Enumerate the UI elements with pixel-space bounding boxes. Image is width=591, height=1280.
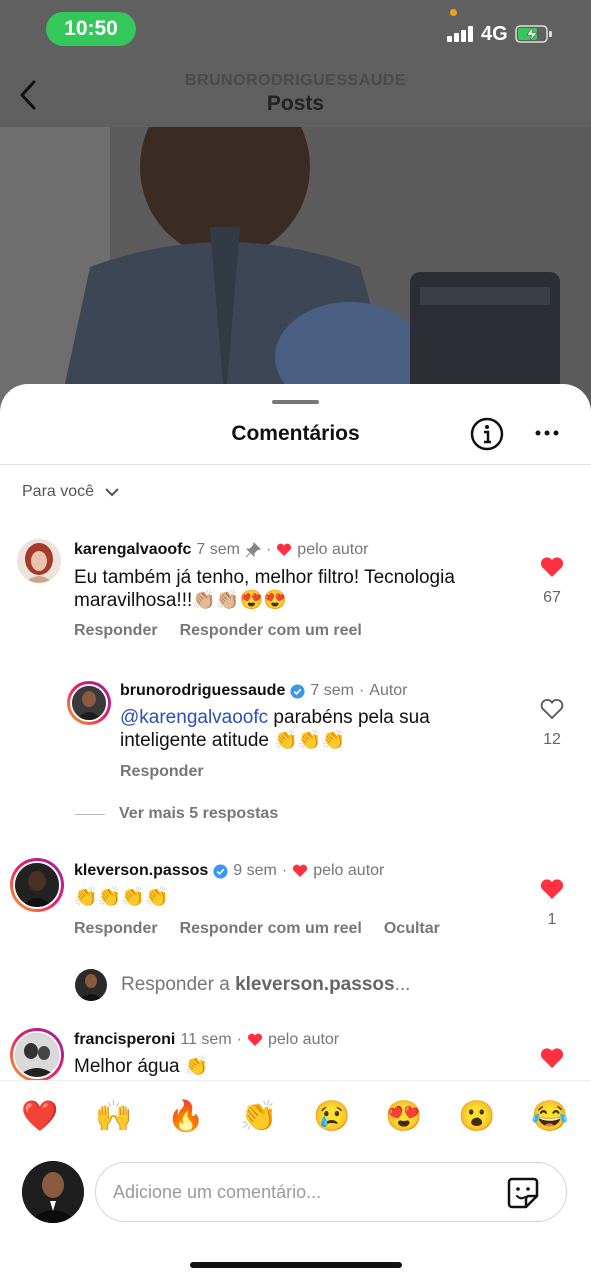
emoji-fire-button[interactable]: 🔥 [166,1099,206,1135]
avatar-current-user [75,969,107,1001]
like-control[interactable] [532,1047,572,1074]
like-control[interactable]: 12 [532,698,572,749]
heart-filled-icon[interactable] [540,1047,564,1069]
avatar[interactable] [67,681,111,725]
status-time: 10:50 [46,12,136,46]
more-options-icon[interactable] [533,422,561,444]
comment-meta: kleverson.passos 9 sem · pelo autor [74,862,385,880]
privacy-indicator-dot [450,9,457,16]
avatar [22,1161,84,1223]
reply-text: @karengalvaoofc parabéns pela sua inteli… [120,706,510,752]
comment-meta: francisperoni 11 sem · pelo autor [74,1031,340,1049]
comment-text: Melhor água 👏 [74,1056,209,1077]
like-control[interactable]: 1 [532,878,572,929]
sort-label: Para você [22,483,95,500]
comment-text: 👏👏👏👏 [74,887,169,908]
reply-to-row[interactable]: Responder a kleverson.passos... [75,969,410,1001]
sheet-grab-handle[interactable] [272,400,319,404]
emoji-laughing-button[interactable]: 😂 [530,1099,570,1135]
comment-time: 7 sem [196,541,240,558]
post-photo-graphic [0,127,591,407]
author-badge: Autor [369,682,408,699]
reply-with-reel-button[interactable]: Responder com um reel [180,622,362,640]
comment-time: 11 sem [180,1031,232,1048]
avatar-francisperoni [15,1033,59,1077]
heart-filled-icon[interactable] [540,556,564,578]
sticker-icon[interactable] [506,1176,540,1210]
comment-username[interactable]: kleverson.passos [74,862,208,880]
profile-username: BRUNORODRIGUESSAUDE [184,72,407,89]
comment-input[interactable] [95,1162,567,1222]
heart-outline-icon[interactable] [540,698,564,720]
comment-actions: Responder Responder com um reel Ocultar [74,920,440,938]
thread-line [75,813,105,815]
emoji-crying-button[interactable]: 😢 [312,1099,352,1135]
reply-time: 7 sem [310,682,354,699]
reply-button[interactable]: Responder [74,622,158,640]
comment-meta: karengalvaoofc 7 sem · pelo autor [74,541,369,559]
emoji-quick-bar: ❤️ 🙌 🔥 👏 😢 😍 😮 😂 [0,1080,591,1160]
sheet-divider [0,464,591,465]
comment-actions: Responder Responder com um reel [74,622,362,640]
info-icon[interactable] [470,417,504,451]
battery-charging-icon [515,25,552,43]
top-area: 10:50 4G BRUNORODRIGUESSAUDE Posts [0,0,591,128]
sort-dropdown[interactable]: Para você [22,483,120,501]
heart-filled-icon [277,543,292,556]
liked-by-author-label: pelo autor [313,862,385,879]
like-count: 67 [543,589,561,606]
pin-icon [245,542,261,558]
reply-meta: brunorodriguessaude 7 sem · Autor [120,682,408,700]
hide-button[interactable]: Ocultar [384,920,440,938]
reply-to-label: Responder a kleverson.passos... [121,974,411,995]
comment-text: Eu também já tenho, melhor filtro! Tecno… [74,567,455,611]
reply-actions: Responder [120,763,204,781]
emoji-raised-hands-button[interactable]: 🙌 [94,1099,134,1135]
avatar-karengalvaoofc [17,539,61,583]
reply-button[interactable]: Responder [120,763,204,781]
verified-badge-icon [213,863,228,879]
avatar[interactable] [10,858,64,912]
like-control[interactable]: 67 [532,556,572,607]
emoji-clap-button[interactable]: 👏 [239,1099,279,1135]
avatar [75,969,107,1001]
emoji-heart-eyes-button[interactable]: 😍 [384,1099,424,1135]
comment-composer [0,1154,591,1244]
reply-with-reel-button[interactable]: Responder com um reel [180,920,362,938]
heart-filled-icon [293,864,308,877]
signal-icon [447,26,473,42]
verified-badge-icon [290,683,305,699]
post-photo [0,127,591,407]
avatar[interactable] [10,1028,64,1082]
liked-by-author-label: pelo autor [297,541,369,558]
mention-link[interactable]: @karengalvaoofc [120,707,268,728]
heart-filled-icon [247,1033,263,1046]
like-count: 1 [547,911,557,928]
emoji-surprised-button[interactable]: 😮 [457,1099,497,1135]
avatar-brunorodriguessaude [72,686,106,720]
avatar[interactable] [17,539,61,583]
heart-filled-icon[interactable] [540,878,564,900]
comments-sheet: Comentários Para você karengalvaoofc 7 s… [0,384,591,1280]
reply-username[interactable]: brunorodriguessaude [120,682,285,700]
liked-by-author-label: pelo autor [267,1031,340,1048]
view-more-replies[interactable]: Ver mais 5 respostas [75,805,278,823]
comment-username[interactable]: karengalvaoofc [74,541,191,559]
comment-username[interactable]: francisperoni [74,1031,175,1049]
view-more-replies-label: Ver mais 5 respostas [119,805,279,822]
chevron-down-icon [105,488,119,497]
emoji-heart-button[interactable]: ❤️ [20,1099,60,1135]
network-label: 4G [481,23,508,45]
avatar-kleverson-passos [15,863,59,907]
avatar-current-user [22,1161,84,1223]
like-count: 12 [543,731,561,748]
reply-button[interactable]: Responder [74,920,158,938]
page-title: Posts [266,92,325,115]
comment-time: 9 sem [233,862,277,879]
home-indicator[interactable] [190,1262,402,1268]
